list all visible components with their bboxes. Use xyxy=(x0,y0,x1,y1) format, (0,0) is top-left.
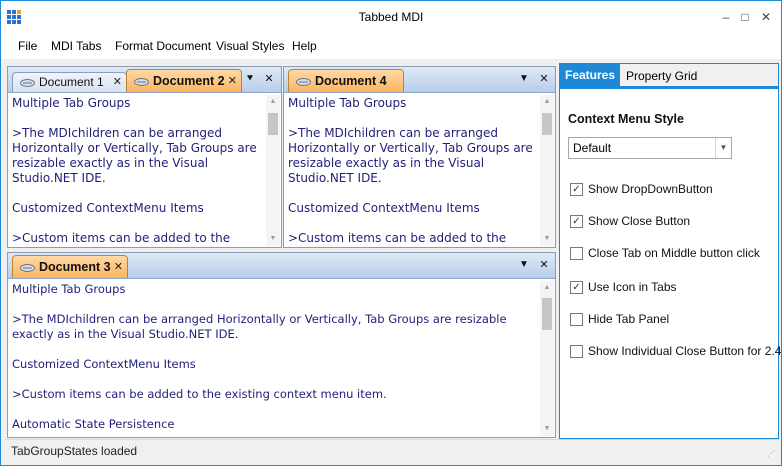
checkbox[interactable] xyxy=(570,313,583,326)
option-label: Close Tab on Middle button click xyxy=(588,246,760,260)
vertical-scrollbar[interactable]: ▲ ▼ xyxy=(266,95,280,246)
section-title: Context Menu Style xyxy=(568,112,684,126)
option-label: Hide Tab Panel xyxy=(588,312,670,326)
tab-document-3[interactable]: Document 3 ✕ xyxy=(12,255,128,278)
menu-mdi-tabs[interactable]: MDI Tabs xyxy=(51,33,101,59)
checkbox[interactable] xyxy=(570,345,583,358)
tab-document-4[interactable]: Document 4 xyxy=(288,69,404,92)
document-text[interactable]: Multiple Tab Groups >The MDIchildren can… xyxy=(288,96,539,245)
text-line: >Custom items can be added to the existi… xyxy=(288,231,507,245)
scroll-thumb[interactable] xyxy=(542,298,552,330)
checkbox[interactable] xyxy=(570,247,583,260)
vertical-scrollbar[interactable]: ▲ ▼ xyxy=(540,95,554,246)
close-icon[interactable]: ✕ xyxy=(114,256,123,278)
menu-file[interactable]: File xyxy=(18,33,37,59)
scroll-up-icon[interactable]: ▲ xyxy=(540,95,554,109)
close-icon[interactable]: ✕ xyxy=(228,70,237,92)
scroll-up-icon[interactable]: ▲ xyxy=(540,281,554,295)
scroll-up-icon[interactable]: ▲ xyxy=(266,95,280,109)
text-line: >The MDIchildren can be arranged Horizon… xyxy=(288,126,533,185)
tab-group-bottom: Document 3 ✕ ▼ ✕ Multiple Tab Groups >Th… xyxy=(7,252,556,438)
tab-features[interactable]: Features xyxy=(560,64,621,86)
vertical-scrollbar[interactable]: ▲ ▼ xyxy=(540,281,554,436)
close-icon[interactable]: ✕ xyxy=(113,73,122,92)
tab-strip: Document 1 ✕ Document 2 ✕ ⯆ ✕ xyxy=(8,67,281,93)
option-label: Show Close Button xyxy=(588,214,691,228)
document-icon xyxy=(20,79,35,87)
text-line: Multiple Tab Groups xyxy=(288,96,407,110)
mdi-area: Document 1 ✕ Document 2 ✕ ⯆ ✕ Multiple T… xyxy=(5,63,557,439)
text-line: Customized ContextMenu Items xyxy=(12,357,196,371)
tab-label: Document 1 xyxy=(39,75,104,89)
scroll-down-icon[interactable]: ▼ xyxy=(266,232,280,246)
document-icon xyxy=(134,78,149,86)
tab-label: Document 2 xyxy=(153,74,225,88)
tab-label: Document 3 xyxy=(39,260,111,274)
tab-label: Document 4 xyxy=(315,74,387,88)
features-panel: Features Property Grid Context Menu Styl… xyxy=(559,63,782,439)
tab-document-2[interactable]: Document 2 ✕ xyxy=(126,69,242,92)
text-line: Customized ContextMenu Items xyxy=(288,201,480,215)
scroll-thumb[interactable] xyxy=(268,113,278,135)
tab-list-dropdown-icon[interactable]: ⯆ xyxy=(243,71,257,87)
menu-bar: File MDI Tabs Format Document Visual Sty… xyxy=(1,33,781,59)
status-bar: TabGroupStates loaded ⋰ xyxy=(5,439,779,461)
close-window-button[interactable]: ✕ xyxy=(755,1,777,33)
tab-property-grid[interactable]: Property Grid xyxy=(621,66,702,86)
menu-help[interactable]: Help xyxy=(292,33,317,59)
panel-tab-strip: Features Property Grid xyxy=(560,64,778,86)
status-text: TabGroupStates loaded xyxy=(11,444,138,458)
tab-strip: Document 4 ▼ ✕ xyxy=(284,67,555,93)
tab-document-1[interactable]: Document 1 ✕ xyxy=(12,72,127,92)
scroll-down-icon[interactable]: ▼ xyxy=(540,232,554,246)
checkbox[interactable]: ✓ xyxy=(570,281,583,294)
text-line: >Custom items can be added to the existi… xyxy=(12,387,387,401)
checkbox[interactable]: ✓ xyxy=(570,183,583,196)
tab-group-top-left: Document 1 ✕ Document 2 ✕ ⯆ ✕ Multiple T… xyxy=(7,66,282,248)
dropdown-icon[interactable]: ▼ xyxy=(517,257,531,273)
text-line: Multiple Tab Groups xyxy=(12,96,131,110)
context-menu-style-select[interactable]: Default ▼ xyxy=(568,137,732,159)
menu-format-document[interactable]: Format Document xyxy=(115,33,211,59)
document-icon xyxy=(20,264,35,272)
title-bar[interactable]: Tabbed MDI – □ ✕ xyxy=(1,1,781,33)
resize-grip-icon[interactable]: ⋰ xyxy=(767,449,777,459)
option-label: Show DropDownButton xyxy=(588,182,713,196)
chevron-down-icon[interactable]: ▼ xyxy=(715,138,731,158)
select-value: Default xyxy=(573,141,612,155)
window-title: Tabbed MDI xyxy=(358,10,424,24)
panel-tab-underline xyxy=(560,86,778,89)
scroll-down-icon[interactable]: ▼ xyxy=(540,422,554,436)
text-line: >The MDIchildren can be arranged Horizon… xyxy=(12,126,257,185)
main-window: Tabbed MDI – □ ✕ File MDI Tabs Format Do… xyxy=(0,0,782,466)
document-text[interactable]: Multiple Tab Groups >The MDIchildren can… xyxy=(12,96,265,245)
menu-visual-styles[interactable]: Visual Styles xyxy=(216,33,284,59)
document-icon xyxy=(296,78,311,86)
maximize-button[interactable]: □ xyxy=(734,1,756,33)
close-icon[interactable]: ✕ xyxy=(537,257,551,273)
dropdown-icon[interactable]: ▼ xyxy=(517,71,531,87)
text-line: Customized ContextMenu Items xyxy=(12,201,204,215)
option-label: Use Icon in Tabs xyxy=(588,280,677,294)
scroll-thumb[interactable] xyxy=(542,113,552,135)
close-icon[interactable]: ✕ xyxy=(537,71,551,87)
text-line: >The MDIchildren can be arranged Horizon… xyxy=(12,312,507,341)
tab-strip: Document 3 ✕ ▼ ✕ xyxy=(8,253,555,279)
text-line: >Custom items can be added to the existi… xyxy=(12,231,231,245)
document-text[interactable]: Multiple Tab Groups >The MDIchildren can… xyxy=(12,282,539,435)
checkbox[interactable]: ✓ xyxy=(570,215,583,228)
option-label: Show Individual Close Button for 2.4 xyxy=(588,344,782,358)
tab-group-top-right: Document 4 ▼ ✕ Multiple Tab Groups >The … xyxy=(283,66,556,248)
text-line: Multiple Tab Groups xyxy=(12,282,126,296)
close-icon[interactable]: ✕ xyxy=(262,71,276,87)
text-line: Automatic State Persistence xyxy=(12,417,175,431)
